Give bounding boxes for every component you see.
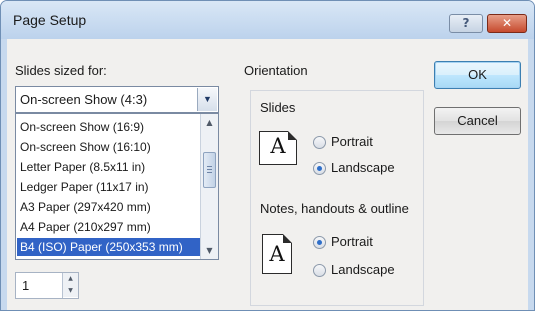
dialog-title: Page Setup [13, 12, 87, 28]
slides-portrait-label[interactable]: Portrait [331, 134, 373, 149]
page-setup-dialog: Page Setup ? ✕ Slides sized for: On-scre… [0, 0, 535, 311]
slides-sized-for-label: Slides sized for: [15, 63, 107, 78]
list-item[interactable]: On-screen Show (16:9) [17, 118, 200, 136]
notes-portrait-page-icon: A [262, 234, 292, 274]
number-slides-from-spinner[interactable]: 1 ▲ ▼ [15, 272, 79, 299]
list-item[interactable]: Letter Paper (8.5x11 in) [17, 158, 200, 176]
cancel-button[interactable]: Cancel [434, 107, 521, 135]
slide-size-options-list[interactable]: On-screen Show (16:9) On-screen Show (16… [15, 113, 219, 260]
list-item[interactable]: On-screen Show (16:10) [17, 138, 200, 156]
notes-orientation-label: Notes, handouts & outline [260, 201, 409, 216]
ok-button[interactable]: OK [434, 61, 521, 89]
notes-landscape-label[interactable]: Landscape [331, 262, 395, 277]
title-bar[interactable]: Page Setup ? ✕ [1, 1, 534, 39]
scroll-up-arrow-icon[interactable]: ▲ [202, 115, 217, 130]
slide-size-dropdown[interactable]: On-screen Show (4:3) ▼ [15, 86, 219, 113]
close-button[interactable]: ✕ [487, 14, 527, 33]
list-item[interactable]: Ledger Paper (11x17 in) [17, 178, 200, 196]
list-item[interactable]: A4 Paper (210x297 mm) [17, 218, 200, 236]
slides-landscape-label[interactable]: Landscape [331, 160, 395, 175]
list-scrollbar[interactable]: ▲ ▼ [200, 114, 218, 259]
slides-landscape-radio[interactable] [313, 162, 326, 175]
spin-down-arrow-icon[interactable]: ▼ [63, 285, 78, 297]
list-item[interactable]: A3 Paper (297x420 mm) [17, 198, 200, 216]
scroll-down-arrow-icon[interactable]: ▼ [202, 243, 217, 258]
help-button[interactable]: ? [449, 14, 483, 33]
orientation-label: Orientation [244, 63, 308, 78]
slides-orientation-label: Slides [260, 100, 296, 115]
chevron-down-icon[interactable]: ▼ [197, 88, 217, 111]
number-slides-from-value[interactable]: 1 [22, 278, 29, 293]
notes-portrait-radio[interactable] [313, 236, 326, 249]
slide-size-selected-value: On-screen Show (4:3) [20, 92, 148, 107]
notes-portrait-label[interactable]: Portrait [331, 234, 373, 249]
slides-landscape-page-icon: A [259, 131, 297, 165]
spin-up-arrow-icon[interactable]: ▲ [63, 273, 78, 285]
scrollbar-thumb[interactable] [203, 152, 216, 188]
list-item-selected[interactable]: B4 (ISO) Paper (250x353 mm) [17, 238, 200, 256]
orientation-groupbox: Slides A Portrait Landscape Notes, hando… [250, 90, 424, 306]
slides-portrait-radio[interactable] [313, 136, 326, 149]
dialog-body: Slides sized for: On-screen Show (4:3) ▼… [7, 39, 528, 310]
notes-landscape-radio[interactable] [313, 264, 326, 277]
